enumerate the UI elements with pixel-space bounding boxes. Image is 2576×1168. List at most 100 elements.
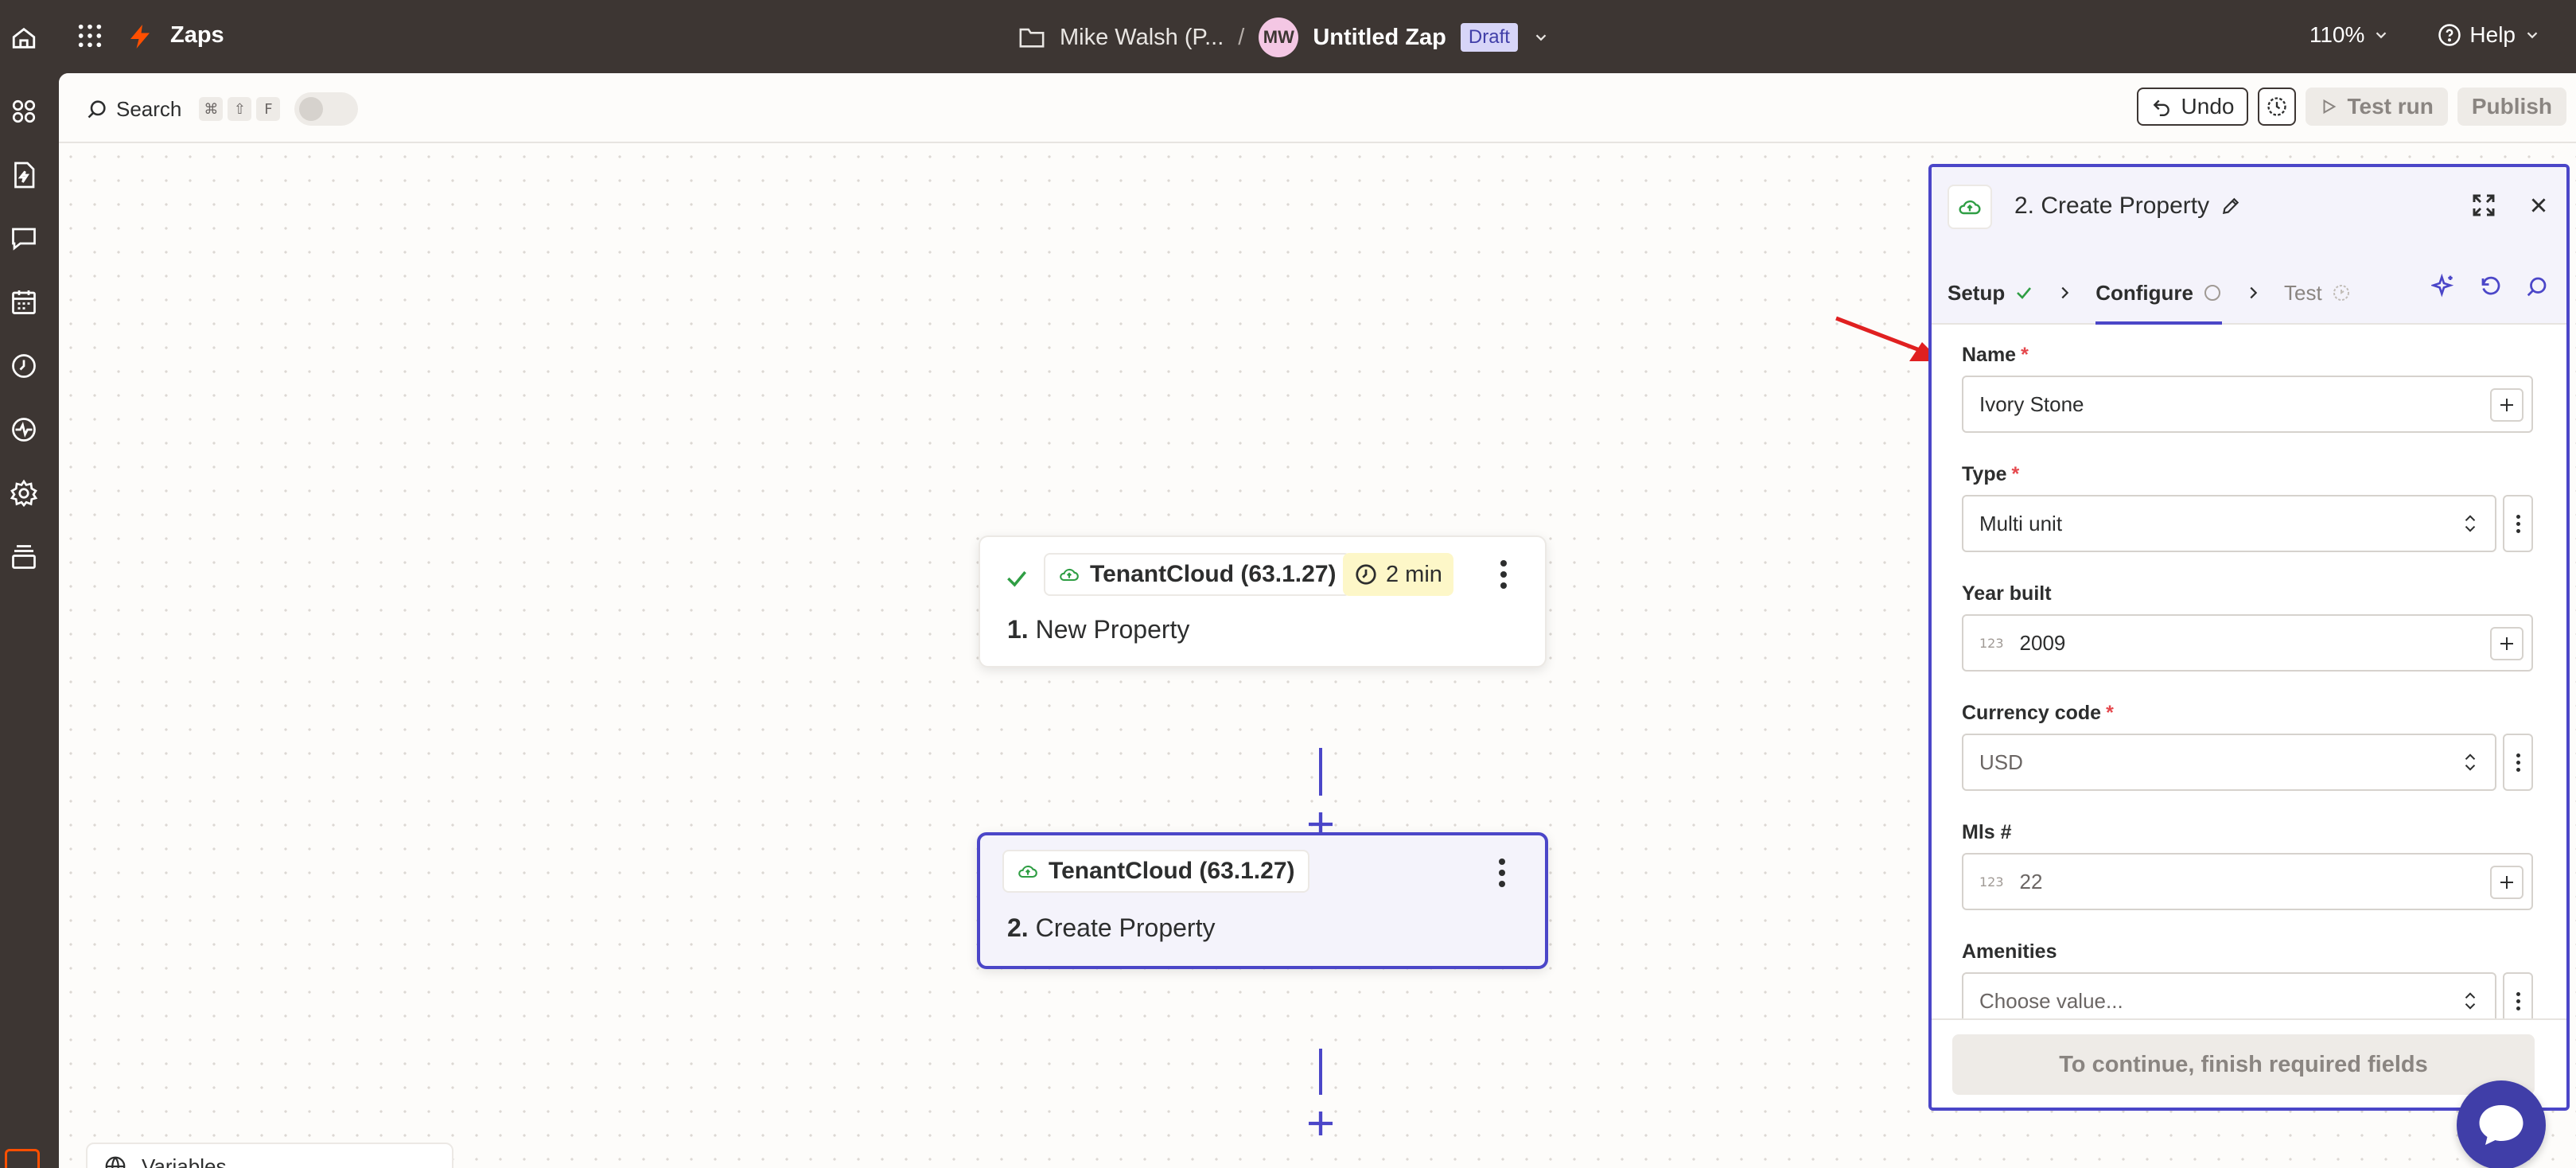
expand-icon[interactable] [2471,193,2496,218]
field-year-built: Year built 123 2009 [1962,582,2533,672]
sidebar-item-history[interactable] [10,352,38,380]
step-menu-button[interactable] [1488,851,1516,894]
gear-icon [10,479,38,508]
sidebar-item-activity[interactable] [10,415,38,444]
insert-data-button[interactable] [2490,627,2523,660]
year-built-input[interactable]: 123 2009 [1962,614,2533,672]
refresh-icon[interactable] [2479,274,2503,298]
search-button[interactable]: Search ⌘ ⇧ F [86,92,359,126]
continue-button[interactable]: To continue, finish required fields [1952,1034,2535,1095]
tab-label: Test [2284,280,2322,305]
support-chat-button[interactable] [2457,1080,2546,1168]
select-arrows-icon [2465,753,2476,771]
name-input[interactable]: Ivory Stone [1962,376,2533,433]
zap-breadcrumb: Mike Walsh (P... / MW Untitled Zap Draft [1018,16,1550,59]
kbd-shift: ⇧ [228,97,252,121]
plus-icon [2500,399,2513,411]
field-label: Amenities [1962,940,2057,963]
field-label: Currency code * [1962,702,2114,724]
cloud-icon [1959,200,1981,215]
version-history-button[interactable] [2258,88,2297,126]
test-run-button[interactable]: Test run [2306,88,2448,126]
tab-configure[interactable]: Configure [2095,261,2222,325]
variables-label[interactable]: Variables [142,1154,226,1168]
search-label: Search [116,96,182,121]
step-card-2[interactable]: TenantCloud (63.1.27) 2. Create Property [977,832,1548,969]
sidebar-item-templates[interactable] [10,543,38,571]
number-type-tag: 123 [1979,874,2004,890]
plus-icon [2500,637,2513,650]
globe-icon [105,1156,126,1168]
home-icon [12,27,36,49]
field-options-button[interactable] [2503,734,2533,791]
pending-circle-icon [2204,285,2220,301]
apps-icon [12,99,36,123]
type-select[interactable]: Multi unit [1962,495,2496,552]
canvas-toolbar: Search ⌘ ⇧ F Undo Test run Publish [59,73,2576,143]
step-menu-button[interactable] [1489,553,1518,596]
step-number: 2. [1007,913,1029,942]
zoom-dropdown[interactable]: 110% [2309,22,2391,48]
ai-sparkle-icon[interactable] [2431,274,2457,299]
help-menu[interactable]: Help [2438,22,2541,48]
select-arrows-icon [2465,515,2476,532]
sidebar-item-interfaces[interactable] [10,224,38,253]
search-icon[interactable] [2525,274,2549,298]
tab-separator [2033,284,2095,302]
tab-separator [2222,284,2284,302]
connector-line [1319,1049,1322,1095]
toolbar-actions: Undo Test run Publish [2136,88,2566,126]
publish-button[interactable]: Publish [2457,88,2566,126]
clock-icon [12,354,36,378]
undo-icon [2153,99,2169,117]
tab-setup[interactable]: Setup [1948,261,2033,325]
add-step-plus-icon[interactable] [1305,1108,1337,1139]
kbd-cmd: ⌘ [199,97,224,121]
plus-icon [2500,876,2513,889]
step-title-text: New Property [1035,615,1190,644]
step-card-1[interactable]: TenantCloud (63.1.27) 2 min 1. New Prope… [979,535,1547,668]
sidebar-item-zaps[interactable] [10,161,38,189]
amenities-placeholder: Choose value... [1979,988,2123,1013]
panel-header: 2. Create Property Setup Configure Test [1932,167,2566,325]
step-number: 1. [1007,615,1029,644]
panel-tools [2431,263,2549,310]
mls-input[interactable]: 123 22 [1962,853,2533,910]
insert-data-button[interactable] [2490,866,2523,899]
apps-grid-icon[interactable] [76,22,103,49]
panel-title-text: 2. Create Property [2014,193,2210,219]
sidebar-item-apps[interactable] [10,97,38,126]
help-icon [2438,24,2461,46]
currency-select[interactable]: USD [1962,734,2496,791]
type-value: Multi unit [1979,511,2063,535]
canvas-toggle[interactable] [294,92,359,126]
insert-data-button[interactable] [2490,388,2523,422]
close-icon[interactable] [2528,195,2549,216]
field-options-button[interactable] [2503,495,2533,552]
home-button[interactable] [3,18,45,59]
step-app-name: TenantCloud (63.1.27) [1090,561,1337,587]
folder-name[interactable]: Mike Walsh (P... [1060,25,1224,51]
field-mls: Mls # 123 22 [1962,821,2533,910]
chat-bubble-icon [2479,1105,2523,1145]
test-run-label: Test run [2347,94,2434,119]
breadcrumb-separator: / [1238,24,1245,50]
pulse-icon [12,418,36,442]
zap-title[interactable]: Untitled Zap [1313,25,1446,51]
select-arrows-icon [2465,992,2476,1010]
app-name[interactable]: Zaps [170,22,224,49]
chevron-down-icon[interactable] [1532,29,1550,46]
sidebar-item-settings[interactable] [10,479,38,508]
field-name: Name * Ivory Stone [1962,344,2533,433]
canvas-bottom-bar: Variables [86,1143,453,1168]
sidebar-item-upgrade[interactable] [5,1149,40,1168]
connector-line [1319,748,1322,796]
undo-button[interactable]: Undo [2136,88,2249,126]
tab-test[interactable]: Test [2284,261,2351,325]
sidebar-item-tables[interactable] [10,288,38,317]
clock-icon [1356,564,1376,585]
step-title-text: Create Property [1035,913,1216,942]
avatar[interactable]: MW [1259,18,1299,57]
pencil-icon[interactable] [2220,196,2241,216]
mls-value: 22 [2019,869,2043,894]
